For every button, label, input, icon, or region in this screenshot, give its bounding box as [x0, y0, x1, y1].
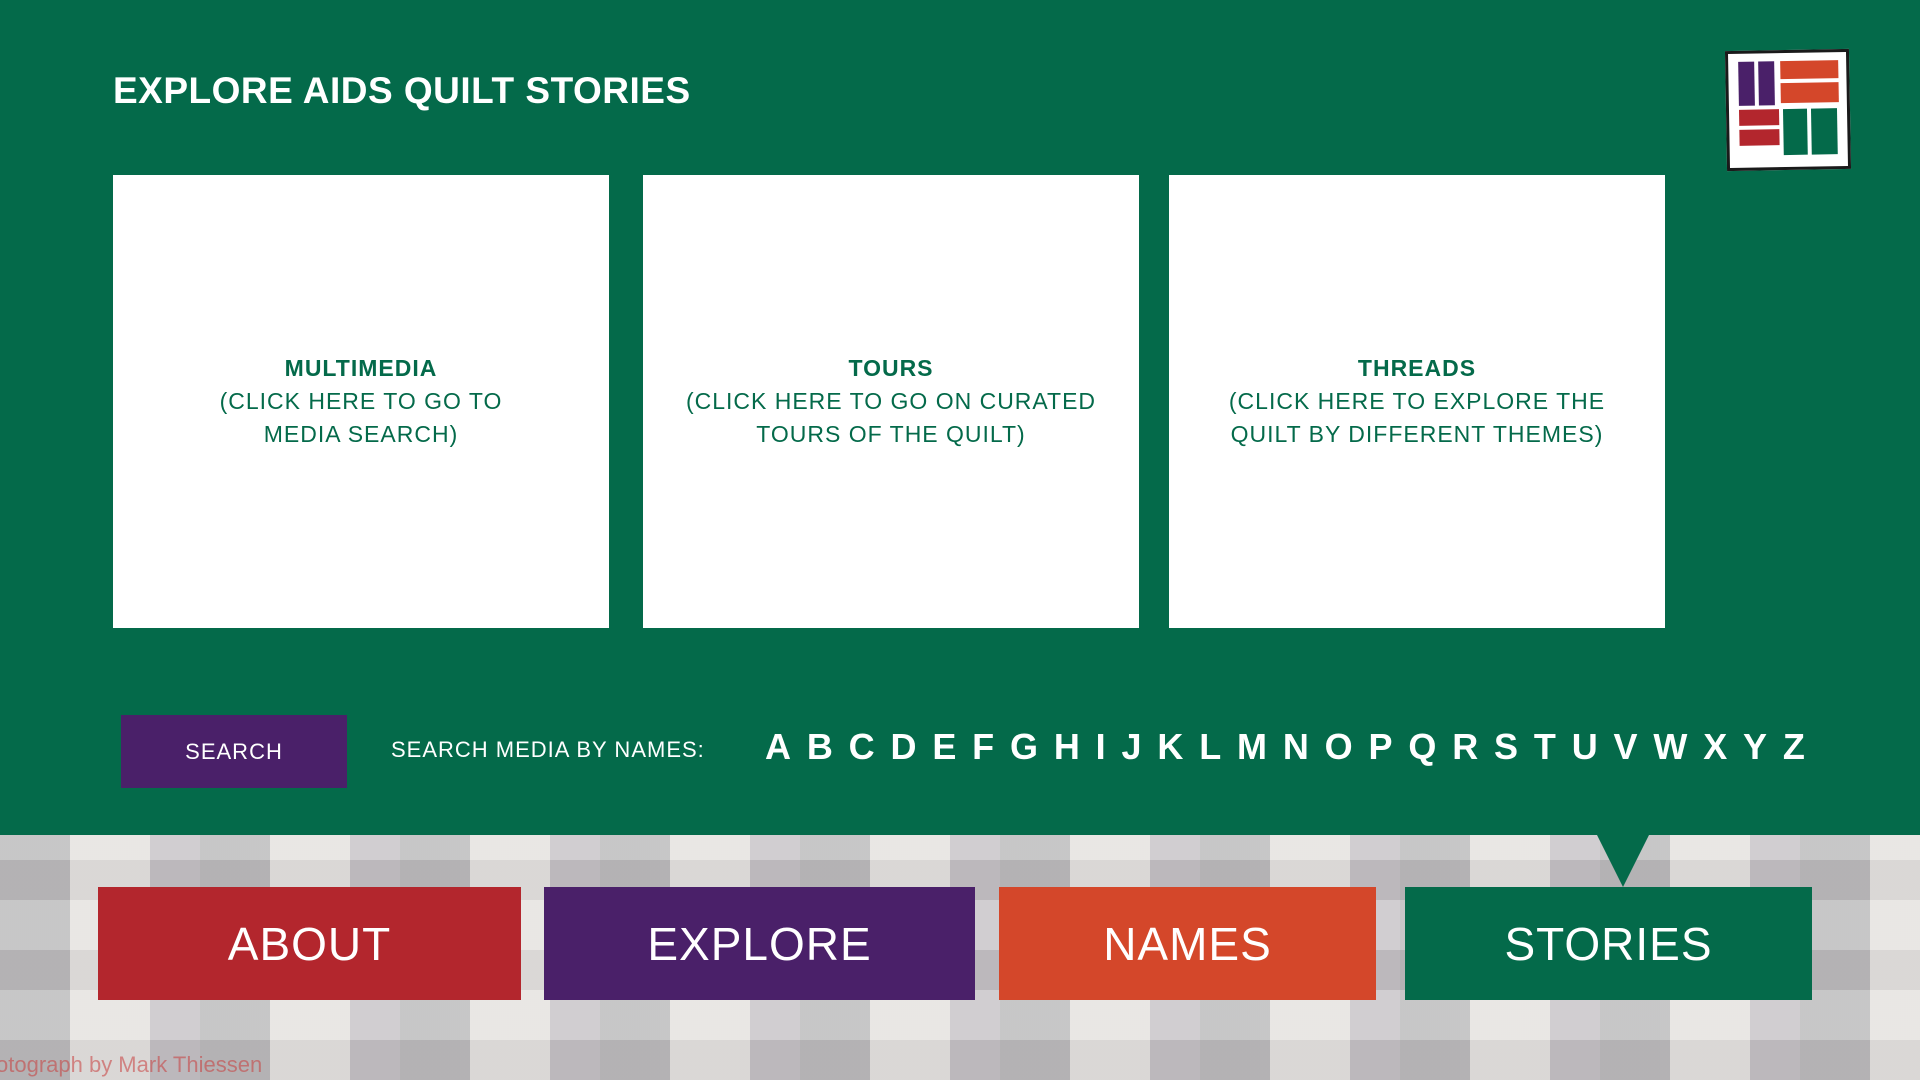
threads-card[interactable]: THREADS (CLICK HERE TO EXPLORE THE QUILT… [1169, 175, 1665, 628]
nav-stories-button[interactable]: STORIES [1405, 887, 1812, 1000]
card-title: TOURS [848, 355, 934, 381]
multimedia-card[interactable]: MULTIMEDIA (CLICK HERE TO GO TO MEDIA SE… [113, 175, 609, 628]
tours-card[interactable]: TOURS (CLICK HERE TO GO ON CURATED TOURS… [643, 175, 1139, 628]
letter-f[interactable]: F [972, 726, 994, 768]
letter-g[interactable]: G [1010, 726, 1038, 768]
letter-d[interactable]: D [890, 726, 916, 768]
letter-t[interactable]: T [1534, 726, 1556, 768]
letter-c[interactable]: C [849, 726, 875, 768]
search-by-names-label: SEARCH MEDIA BY NAMES: [391, 737, 705, 762]
page-title: EXPLORE AIDS QUILT STORIES [113, 70, 691, 111]
letter-l[interactable]: L [1199, 726, 1221, 768]
multimedia-card-text: MULTIMEDIA (CLICK HERE TO GO TO MEDIA SE… [220, 352, 503, 451]
card-title: MULTIMEDIA [284, 355, 438, 381]
card-subtitle-line: QUILT BY DIFFERENT THEMES) [1230, 421, 1604, 447]
card-subtitle-line: (CLICK HERE TO GO ON CURATED [685, 388, 1097, 414]
letter-m[interactable]: M [1237, 726, 1267, 768]
letter-u[interactable]: U [1572, 726, 1598, 768]
tours-card-text: TOURS (CLICK HERE TO GO ON CURATED TOURS… [686, 352, 1096, 451]
threads-card-text: THREADS (CLICK HERE TO EXPLORE THE QUILT… [1229, 352, 1605, 451]
letter-y[interactable]: Y [1743, 726, 1767, 768]
search-button[interactable]: SEARCH [121, 715, 347, 788]
card-subtitle-line: TOURS OF THE QUILT) [756, 421, 1026, 447]
photo-credit: otograph by Mark Thiessen [0, 1052, 263, 1077]
letter-q[interactable]: Q [1408, 726, 1436, 768]
letter-i[interactable]: I [1096, 726, 1106, 768]
active-tab-pointer [1597, 835, 1649, 887]
letter-b[interactable]: B [807, 726, 833, 768]
letter-h[interactable]: H [1054, 726, 1080, 768]
letter-w[interactable]: W [1653, 726, 1687, 768]
letter-o[interactable]: O [1325, 726, 1353, 768]
letter-n[interactable]: N [1283, 726, 1309, 768]
letter-a[interactable]: A [765, 726, 791, 768]
card-subtitle-line: MEDIA SEARCH) [263, 421, 459, 447]
letter-s[interactable]: S [1494, 726, 1518, 768]
letter-v[interactable]: V [1614, 726, 1638, 768]
letter-x[interactable]: X [1703, 726, 1727, 768]
nav-explore-button[interactable]: EXPLORE [544, 887, 975, 1000]
nav-names-button[interactable]: NAMES [999, 887, 1376, 1000]
letter-j[interactable]: J [1122, 726, 1142, 768]
card-title: THREADS [1357, 355, 1477, 381]
letter-r[interactable]: R [1452, 726, 1478, 768]
card-subtitle-line: (CLICK HERE TO GO TO [219, 388, 503, 414]
letter-z[interactable]: Z [1783, 726, 1805, 768]
nav-about-button[interactable]: ABOUT [98, 887, 521, 1000]
letter-p[interactable]: P [1369, 726, 1393, 768]
quilt-logo-icon[interactable] [1724, 48, 1852, 172]
card-subtitle-line: (CLICK HERE TO EXPLORE THE [1228, 388, 1606, 414]
letter-e[interactable]: E [932, 726, 956, 768]
letter-k[interactable]: K [1157, 726, 1183, 768]
alphabet-index: A B C D E F G H I J K L M N O P Q R S T … [765, 722, 1805, 772]
